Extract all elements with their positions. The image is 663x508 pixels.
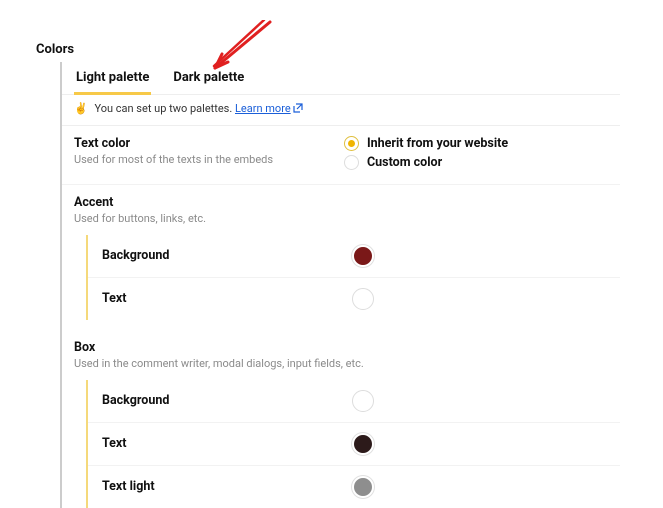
box-text-row: Text [88,423,620,466]
box-text-swatch[interactable] [352,433,374,455]
learn-more-link[interactable]: Learn more [235,102,303,115]
box-section-header: Box Used in the comment writer, modal di… [62,330,620,374]
external-link-icon [293,103,303,116]
box-sub: Used in the comment writer, modal dialog… [74,357,608,370]
box-group: Background Text Text light [86,380,620,508]
accent-group: Background Text [86,235,620,320]
radio-custom-label: Custom color [367,155,442,170]
palette-tabs: Light palette Dark palette [62,62,620,95]
accent-text-label: Text [102,291,352,306]
tip-text: You can set up two palettes. [94,102,232,115]
accent-background-row: Background [88,235,620,278]
accent-section-header: Accent Used for buttons, links, etc. [62,185,620,229]
box-background-label: Background [102,393,352,408]
radio-inherit-label: Inherit from your website [367,136,508,151]
text-color-row: Text color Used for most of the texts in… [62,126,620,185]
box-text-label: Text [102,436,352,451]
box-text-light-label: Text light [102,479,352,494]
accent-text-row: Text [88,278,620,320]
palette-tip: ✌️ You can set up two palettes. Learn mo… [62,95,620,126]
accent-text-swatch[interactable] [352,288,374,310]
box-text-light-swatch[interactable] [352,476,374,498]
box-background-swatch[interactable] [352,390,374,412]
colors-panel: Light palette Dark palette ✌️ You can se… [60,62,620,508]
radio-icon-selected [344,136,359,151]
text-color-sub: Used for most of the texts in the embeds [74,153,334,166]
page-title: Colors [36,42,74,57]
accent-title: Accent [74,195,608,210]
tab-dark-palette[interactable]: Dark palette [171,62,246,95]
tab-light-palette[interactable]: Light palette [74,62,151,95]
radio-icon-unselected [344,155,359,170]
box-text-light-row: Text light [88,466,620,508]
accent-background-swatch[interactable] [352,245,374,267]
radio-custom[interactable]: Custom color [344,155,608,170]
accent-sub: Used for buttons, links, etc. [74,212,608,225]
box-background-row: Background [88,380,620,423]
peace-emoji: ✌️ [74,102,88,115]
accent-background-label: Background [102,248,352,263]
radio-inherit[interactable]: Inherit from your website [344,136,608,151]
box-title: Box [74,340,608,355]
text-color-label: Text color [74,136,334,151]
